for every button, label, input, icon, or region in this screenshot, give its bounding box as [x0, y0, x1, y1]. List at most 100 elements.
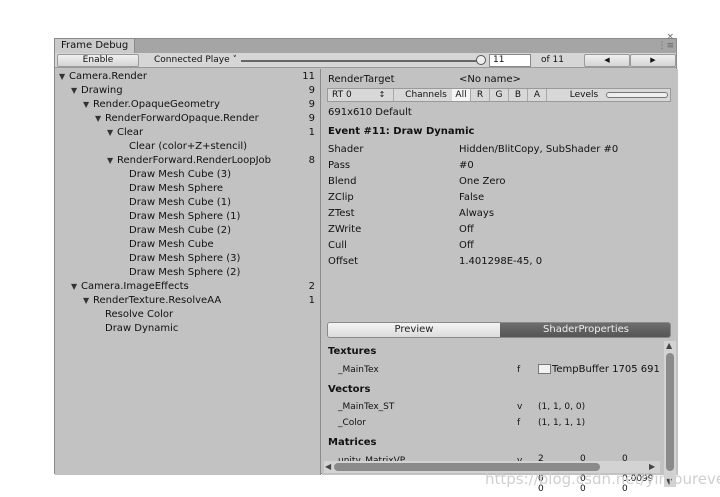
- tree-item-label: Draw Dynamic: [105, 323, 179, 334]
- tree-item[interactable]: ▼ RenderTexture.ResolveAA 1: [55, 294, 319, 308]
- detail-value: #0: [459, 160, 474, 171]
- property-name: _Color: [338, 418, 366, 428]
- toolbar: Enable Connected Playe ˅ 11 of 11 ◀ ▶: [55, 53, 676, 68]
- levels-slider[interactable]: [606, 92, 668, 98]
- tab-frame-debug[interactable]: Frame Debug: [55, 39, 136, 53]
- tree-item-count: 1: [308, 127, 315, 138]
- tree-item-count: 9: [308, 99, 315, 110]
- event-index-field[interactable]: 11: [489, 54, 531, 67]
- connected-player-dropdown[interactable]: Connected Playe ˅: [154, 54, 238, 67]
- expand-arrow-icon[interactable]: ▼: [83, 294, 93, 308]
- expand-arrow-icon[interactable]: ▼: [95, 112, 105, 126]
- tree-item-label: Drawing: [81, 85, 123, 96]
- texture-thumbnail-icon: [538, 364, 551, 374]
- tree-item[interactable]: Draw Mesh Cube (1): [55, 196, 319, 210]
- detail-value: False: [459, 192, 485, 203]
- tab-shader-properties[interactable]: ShaderProperties: [500, 323, 670, 337]
- tree-item[interactable]: Draw Mesh Cube (2): [55, 224, 319, 238]
- scroll-left-icon[interactable]: ◀: [325, 462, 331, 472]
- event-count-label: of 11: [541, 55, 564, 65]
- rt-select[interactable]: RT 0 ↕: [328, 89, 394, 101]
- tree-item-count: 11: [302, 71, 315, 82]
- tree-item-label: Resolve Color: [105, 309, 174, 320]
- tree-item[interactable]: ▼ Camera.ImageEffects 2: [55, 280, 319, 294]
- tree-item[interactable]: ▼ Drawing 9: [55, 84, 319, 98]
- window-controls: × ⋮≡: [657, 33, 674, 51]
- tab-preview[interactable]: Preview: [328, 323, 500, 337]
- expand-arrow-icon[interactable]: ▼: [71, 84, 81, 98]
- channel-g-button[interactable]: G: [490, 89, 509, 101]
- vertical-scrollbar[interactable]: ▲ ▼: [664, 341, 676, 487]
- expand-arrow-icon[interactable]: ▼: [107, 126, 117, 140]
- arrow-right-icon: ▶: [650, 56, 656, 64]
- vertical-scroll-thumb[interactable]: [666, 353, 674, 471]
- tree-item-label: RenderForwardOpaque.Render: [105, 113, 259, 124]
- channels-label: Channels: [405, 90, 447, 100]
- tree-item-label: Clear (color+Z+stencil): [129, 141, 248, 152]
- tree-item-count: 2: [308, 281, 315, 292]
- levels-label: Levels: [569, 90, 599, 100]
- texture-value[interactable]: TempBuffer 1705 691: [538, 363, 662, 377]
- expand-arrow-icon[interactable]: ▼: [107, 154, 117, 168]
- property-name: _MainTex_ST: [338, 402, 395, 412]
- event-slider-track[interactable]: [241, 60, 485, 62]
- tree-item[interactable]: ▼ RenderForward.RenderLoopJob 8: [55, 154, 319, 168]
- detail-key: ZClip: [328, 192, 354, 203]
- tree-item-label: Draw Mesh Sphere (1): [129, 211, 241, 222]
- tree-item[interactable]: Draw Mesh Sphere (2): [55, 266, 319, 280]
- expand-arrow-icon[interactable]: ▼: [71, 280, 81, 294]
- detail-key: Offset: [328, 256, 359, 267]
- tree-item-count: 9: [308, 113, 315, 124]
- tree-item-label: Camera.Render: [69, 71, 148, 82]
- detail-key: Pass: [328, 160, 351, 171]
- tree-item[interactable]: ▼ Render.OpaqueGeometry 9: [55, 98, 319, 112]
- tree-item[interactable]: Clear (color+Z+stencil): [55, 140, 319, 154]
- expand-arrow-icon[interactable]: ▼: [59, 70, 69, 84]
- window-menu-icon[interactable]: ⋮≡: [657, 42, 674, 51]
- detail-key: ZTest: [328, 208, 355, 219]
- tree-item[interactable]: Draw Mesh Cube (3): [55, 168, 319, 182]
- render-target-label: RenderTarget: [328, 74, 395, 85]
- tree-item[interactable]: Draw Mesh Cube: [55, 238, 319, 252]
- detail-value: One Zero: [459, 176, 506, 187]
- tree-item-label: Draw Mesh Cube (3): [129, 169, 231, 180]
- property-value: (1, 1, 1, 1): [538, 418, 586, 428]
- tree-item-label: Camera.ImageEffects: [81, 281, 189, 292]
- tree-item[interactable]: Draw Dynamic: [55, 322, 319, 336]
- render-target-dropdown[interactable]: <No name>: [459, 73, 521, 87]
- scroll-up-icon[interactable]: ▲: [666, 341, 672, 351]
- event-tree: ▼ Camera.Render 11 ▼ Drawing 9 ▼ Render.OpaqueG…: [55, 69, 321, 475]
- tree-item[interactable]: Draw Mesh Sphere (3): [55, 252, 319, 266]
- preview-tabs: Preview ShaderProperties: [327, 322, 671, 338]
- tree-item[interactable]: Resolve Color: [55, 308, 319, 322]
- enable-button[interactable]: Enable: [57, 54, 139, 67]
- detail-key: Shader: [328, 144, 364, 155]
- tab-bar: Frame Debug: [55, 39, 676, 53]
- channel-a-button[interactable]: A: [528, 89, 547, 101]
- tree-item-label: Draw Mesh Cube: [129, 239, 214, 250]
- next-event-button[interactable]: ▶: [630, 54, 676, 67]
- channel-all-button[interactable]: All: [452, 89, 471, 101]
- textures-header: Textures: [328, 346, 377, 357]
- tree-item[interactable]: ▼ Clear 1: [55, 126, 319, 140]
- event-slider-thumb[interactable]: [476, 55, 486, 65]
- tree-item[interactable]: ▼ Camera.Render 11: [55, 70, 319, 84]
- channel-b-button[interactable]: B: [509, 89, 528, 101]
- channels-bar: RT 0 ↕ Channels All R G B A Levels: [327, 88, 671, 102]
- tree-item-label: Draw Mesh Cube (2): [129, 225, 231, 236]
- prev-event-button[interactable]: ◀: [584, 54, 630, 67]
- tree-item-label: Render.OpaqueGeometry: [93, 99, 220, 110]
- tree-item[interactable]: Draw Mesh Sphere (1): [55, 210, 319, 224]
- detail-key: Blend: [328, 176, 357, 187]
- tree-item[interactable]: ▼ RenderForwardOpaque.Render 9: [55, 112, 319, 126]
- resolution-label: 691x610 Default: [328, 107, 412, 118]
- channel-r-button[interactable]: R: [471, 89, 490, 101]
- property-name: _MainTex: [338, 365, 379, 375]
- tree-item[interactable]: Draw Mesh Sphere: [55, 182, 319, 196]
- matrices-header: Matrices: [328, 437, 377, 448]
- property-stage: f: [517, 418, 521, 428]
- arrow-left-icon: ◀: [604, 56, 610, 64]
- property-stage: f: [517, 365, 521, 375]
- tree-item-count: 9: [308, 85, 315, 96]
- expand-arrow-icon[interactable]: ▼: [83, 98, 93, 112]
